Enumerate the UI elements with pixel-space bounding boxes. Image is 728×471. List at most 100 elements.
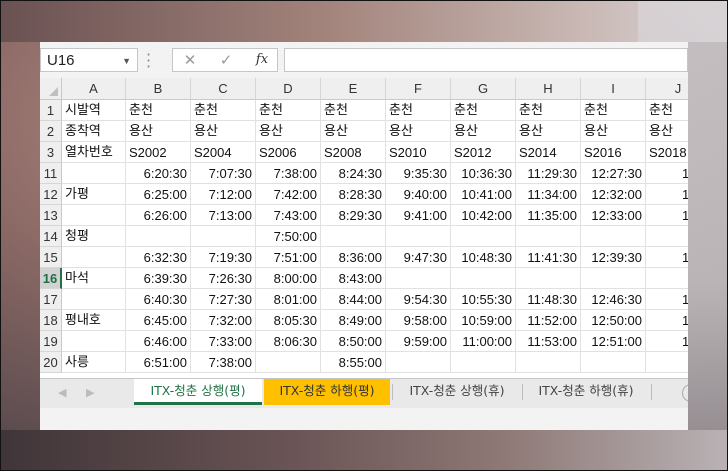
cell-h15[interactable]: 11:41:30 [516, 247, 581, 268]
cell-c13[interactable]: 7:13:00 [191, 205, 256, 226]
cell-f18[interactable]: 9:58:00 [386, 310, 451, 331]
cell-g2[interactable]: 용산 [451, 121, 516, 142]
cell-f19[interactable]: 9:59:00 [386, 331, 451, 352]
cell-f11[interactable]: 9:35:30 [386, 163, 451, 184]
cell-i14[interactable] [581, 226, 646, 247]
cell-d11[interactable]: 7:38:00 [256, 163, 321, 184]
cell-h19[interactable]: 11:53:00 [516, 331, 581, 352]
cell-j14[interactable] [646, 226, 688, 247]
cell-c3[interactable]: S2004 [191, 142, 256, 163]
sheet-tab-3[interactable]: ITX-청춘 상행(휴) [394, 379, 520, 405]
cell-d13[interactable]: 7:43:00 [256, 205, 321, 226]
cell-b2[interactable]: 용산 [126, 121, 191, 142]
cell-j11[interactable]: 13:26 [646, 163, 688, 184]
cell-j20[interactable] [646, 352, 688, 373]
cell-c18[interactable]: 7:32:00 [191, 310, 256, 331]
cell-g11[interactable]: 10:36:30 [451, 163, 516, 184]
cell-f1[interactable]: 춘천 [386, 100, 451, 121]
cell-i17[interactable]: 12:46:30 [581, 289, 646, 310]
formula-input[interactable] [284, 48, 688, 72]
cell-b1[interactable]: 춘천 [126, 100, 191, 121]
cell-i3[interactable]: S2016 [581, 142, 646, 163]
cell-g3[interactable]: S2012 [451, 142, 516, 163]
cell-g14[interactable] [451, 226, 516, 247]
enter-icon[interactable]: ✓ [211, 49, 241, 71]
cell-e2[interactable]: 용산 [321, 121, 386, 142]
row-header-12[interactable]: 12 [40, 184, 62, 205]
cell-h20[interactable] [516, 352, 581, 373]
cell-a1[interactable]: 시발역 [62, 100, 126, 121]
cell-d17[interactable]: 8:01:00 [256, 289, 321, 310]
cell-h1[interactable]: 춘천 [516, 100, 581, 121]
cell-b18[interactable]: 6:45:00 [126, 310, 191, 331]
cell-h13[interactable]: 11:35:00 [516, 205, 581, 226]
cell-d3[interactable]: S2006 [256, 142, 321, 163]
cell-c15[interactable]: 7:19:30 [191, 247, 256, 268]
cell-h16[interactable] [516, 268, 581, 289]
cell-i15[interactable]: 12:39:30 [581, 247, 646, 268]
column-header-a[interactable]: A [62, 78, 126, 100]
insert-function-icon[interactable]: fx [247, 49, 277, 71]
row-header-2[interactable]: 2 [40, 121, 62, 142]
cell-b3[interactable]: S2002 [126, 142, 191, 163]
cell-d14[interactable]: 7:50:00 [256, 226, 321, 247]
cell-g16[interactable] [451, 268, 516, 289]
column-header-e[interactable]: E [321, 78, 386, 100]
sheet-tab-2[interactable]: ITX-청춘 하행(평) [264, 379, 390, 405]
cell-e16[interactable]: 8:43:00 [321, 268, 386, 289]
cancel-icon[interactable]: ✕ [175, 49, 205, 71]
row-header-14[interactable]: 14 [40, 226, 62, 247]
cell-g19[interactable]: 11:00:00 [451, 331, 516, 352]
chevron-down-icon[interactable]: ▼ [122, 49, 131, 73]
cell-a14[interactable]: 청평 [62, 226, 126, 247]
cell-f2[interactable]: 용산 [386, 121, 451, 142]
cell-i1[interactable]: 춘천 [581, 100, 646, 121]
cell-d16[interactable]: 8:00:00 [256, 268, 321, 289]
cell-h3[interactable]: S2014 [516, 142, 581, 163]
cell-a15[interactable] [62, 247, 126, 268]
cell-e15[interactable]: 8:36:00 [321, 247, 386, 268]
cell-b14[interactable] [126, 226, 191, 247]
cell-j17[interactable]: 13:40 [646, 289, 688, 310]
cell-d1[interactable]: 춘천 [256, 100, 321, 121]
select-all-corner[interactable] [40, 78, 62, 100]
cell-c14[interactable] [191, 226, 256, 247]
cell-b11[interactable]: 6:20:30 [126, 163, 191, 184]
name-box[interactable]: U16 ▼ [40, 48, 138, 72]
cell-a19[interactable] [62, 331, 126, 352]
sheet-tab-1[interactable]: ITX-청춘 상행(평) [134, 379, 262, 405]
cell-f13[interactable]: 9:41:00 [386, 205, 451, 226]
cell-e12[interactable]: 8:28:30 [321, 184, 386, 205]
column-header-i[interactable]: I [581, 78, 646, 100]
cell-a12[interactable]: 가평 [62, 184, 126, 205]
cell-j19[interactable]: 13:44 [646, 331, 688, 352]
cell-j3[interactable]: S2018 [646, 142, 688, 163]
cell-h12[interactable]: 11:34:00 [516, 184, 581, 205]
cell-c20[interactable]: 7:38:00 [191, 352, 256, 373]
cell-h17[interactable]: 11:48:30 [516, 289, 581, 310]
cell-a13[interactable] [62, 205, 126, 226]
cell-c1[interactable]: 춘천 [191, 100, 256, 121]
cell-e11[interactable]: 8:24:30 [321, 163, 386, 184]
cell-j15[interactable]: 13:32 [646, 247, 688, 268]
cell-i2[interactable]: 용산 [581, 121, 646, 142]
cell-b12[interactable]: 6:25:00 [126, 184, 191, 205]
cell-f17[interactable]: 9:54:30 [386, 289, 451, 310]
cell-f14[interactable] [386, 226, 451, 247]
cell-g17[interactable]: 10:55:30 [451, 289, 516, 310]
cell-b16[interactable]: 6:39:30 [126, 268, 191, 289]
cell-a2[interactable]: 종착역 [62, 121, 126, 142]
cell-b20[interactable]: 6:51:00 [126, 352, 191, 373]
cell-f20[interactable] [386, 352, 451, 373]
add-sheet-icon[interactable] [682, 384, 688, 402]
cell-e3[interactable]: S2008 [321, 142, 386, 163]
cell-e17[interactable]: 8:44:00 [321, 289, 386, 310]
cell-a11[interactable] [62, 163, 126, 184]
cell-a16[interactable]: 마석 [62, 268, 126, 289]
cell-f12[interactable]: 9:40:00 [386, 184, 451, 205]
cell-g18[interactable]: 10:59:00 [451, 310, 516, 331]
cell-d15[interactable]: 7:51:00 [256, 247, 321, 268]
cell-b13[interactable]: 6:26:00 [126, 205, 191, 226]
row-header-15[interactable]: 15 [40, 247, 62, 268]
cell-h18[interactable]: 11:52:00 [516, 310, 581, 331]
